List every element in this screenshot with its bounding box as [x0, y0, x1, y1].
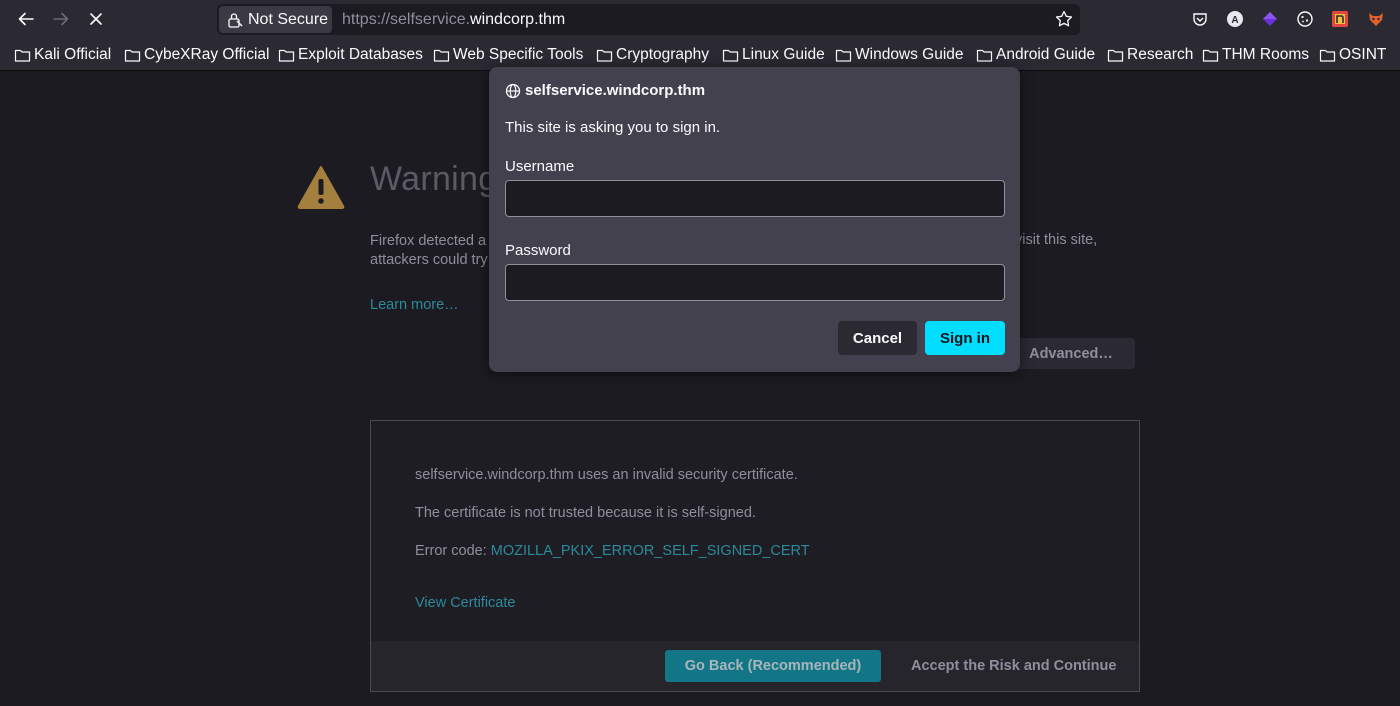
folder-icon	[835, 49, 852, 62]
folder-icon	[596, 49, 613, 62]
browser-toolbar: Not Secure https://selfservice.windcorp.…	[0, 0, 1400, 38]
sign-in-dialog: selfservice.windcorp.thm This site is as…	[489, 67, 1020, 372]
bookmark-folder[interactable]: Web Specific Tools	[433, 44, 583, 66]
bookmark-folder[interactable]: THM Rooms	[1202, 44, 1309, 66]
account-icon[interactable]: A	[1225, 9, 1245, 29]
accept-risk-button[interactable]: Accept the Risk and Continue	[901, 650, 1126, 682]
bookmark-folder[interactable]: Android Guide	[976, 44, 1095, 66]
bookmark-folder[interactable]: Exploit Databases	[278, 44, 423, 66]
bookmark-folder[interactable]: Kali Official	[14, 44, 111, 66]
error-code-prefix: Error code:	[415, 543, 491, 559]
folder-icon	[1202, 49, 1219, 62]
bookmark-folder[interactable]: CybeXRay Official	[124, 44, 269, 66]
warning-text-line1: Firefox detected a	[370, 233, 487, 249]
bookmark-folder[interactable]: OSINT	[1319, 44, 1386, 66]
bookmark-folder[interactable]: Windows Guide	[835, 44, 964, 66]
back-button[interactable]	[11, 4, 41, 34]
forward-button[interactable]	[46, 4, 76, 34]
stop-loading-button[interactable]	[81, 4, 111, 34]
folder-icon	[722, 49, 739, 62]
dialog-message: This site is asking you to sign in.	[505, 119, 721, 136]
pocket-icon[interactable]	[1190, 9, 1210, 29]
bookmark-label: Exploit Databases	[298, 46, 423, 63]
cert-invalid-text: selfservice.windcorp.thm uses an invalid…	[415, 467, 798, 483]
bookmark-label: THM Rooms	[1222, 46, 1309, 63]
folder-icon	[124, 49, 141, 62]
not-secure-badge[interactable]: Not Secure	[219, 6, 332, 33]
bookmark-label: Linux Guide	[742, 46, 825, 63]
dialog-host: selfservice.windcorp.thm	[525, 82, 706, 99]
cookie-icon[interactable]	[1295, 9, 1315, 29]
bookmark-label: Android Guide	[996, 46, 1096, 63]
bookmark-label: OSINT	[1339, 46, 1387, 63]
bookmark-label: Cryptography	[616, 46, 710, 63]
view-certificate-link[interactable]: View Certificate	[415, 595, 515, 611]
bookmark-folder[interactable]: Linux Guide	[722, 44, 825, 66]
folder-icon	[976, 49, 993, 62]
page-title: Warning	[370, 160, 498, 198]
dialog-header: selfservice.windcorp.thm	[505, 82, 705, 99]
not-secure-label: Not Secure	[248, 10, 329, 28]
username-input[interactable]	[505, 180, 1005, 217]
bookmark-star-icon[interactable]	[1054, 9, 1074, 29]
bookmark-label: Windows Guide	[855, 46, 964, 63]
broken-lock-icon	[228, 12, 243, 28]
username-label: Username	[505, 158, 575, 175]
folder-icon	[14, 49, 31, 62]
warning-text-right: visit this site,	[1015, 232, 1098, 248]
url-host: windcorp.thm	[470, 11, 566, 28]
url-bar[interactable]: Not Secure https://selfservice.windcorp.…	[217, 4, 1080, 35]
forward-arrow-icon	[53, 12, 69, 26]
folder-icon	[1107, 49, 1124, 62]
advanced-panel-footer: Go Back (Recommended) Accept the Risk an…	[371, 641, 1139, 691]
url-text[interactable]: https://selfservice.windcorp.thm	[342, 4, 565, 35]
advanced-panel: selfservice.windcorp.thm uses an invalid…	[370, 420, 1140, 692]
extension-diamond-icon[interactable]	[1260, 9, 1280, 29]
error-code-line: Error code: MOZILLA_PKIX_ERROR_SELF_SIGN…	[415, 543, 810, 559]
go-back-button[interactable]: Go Back (Recommended)	[665, 650, 881, 682]
bookmark-folder[interactable]: Cryptography	[596, 44, 709, 66]
bookmark-folder[interactable]: Research	[1107, 44, 1193, 66]
folder-icon	[1319, 49, 1336, 62]
close-icon	[90, 13, 102, 25]
foxyproxy-icon[interactable]	[1366, 9, 1386, 29]
bookmark-label: CybeXRay Official	[144, 46, 270, 63]
advanced-button[interactable]: Advanced…	[1007, 338, 1135, 369]
cert-self-signed-text: The certificate is not trusted because i…	[415, 505, 756, 521]
sign-in-button[interactable]: Sign in	[925, 321, 1005, 355]
learn-more-link[interactable]: Learn more…	[370, 297, 459, 313]
bookmark-label: Web Specific Tools	[453, 46, 584, 63]
bookmark-label: Kali Official	[34, 46, 112, 63]
svg-text:A: A	[1231, 15, 1238, 26]
cancel-button[interactable]: Cancel	[838, 321, 917, 355]
folder-icon	[278, 49, 295, 62]
back-arrow-icon	[18, 12, 34, 26]
password-input[interactable]	[505, 264, 1005, 301]
extension-n-icon[interactable]	[1330, 9, 1350, 29]
url-prefix: https://selfservice.	[342, 11, 471, 28]
folder-icon	[433, 49, 450, 62]
warning-icon	[297, 166, 345, 209]
bookmark-label: Research	[1127, 46, 1194, 63]
error-code-link[interactable]: MOZILLA_PKIX_ERROR_SELF_SIGNED_CERT	[491, 543, 810, 559]
password-label: Password	[505, 242, 571, 259]
globe-icon	[505, 83, 521, 98]
